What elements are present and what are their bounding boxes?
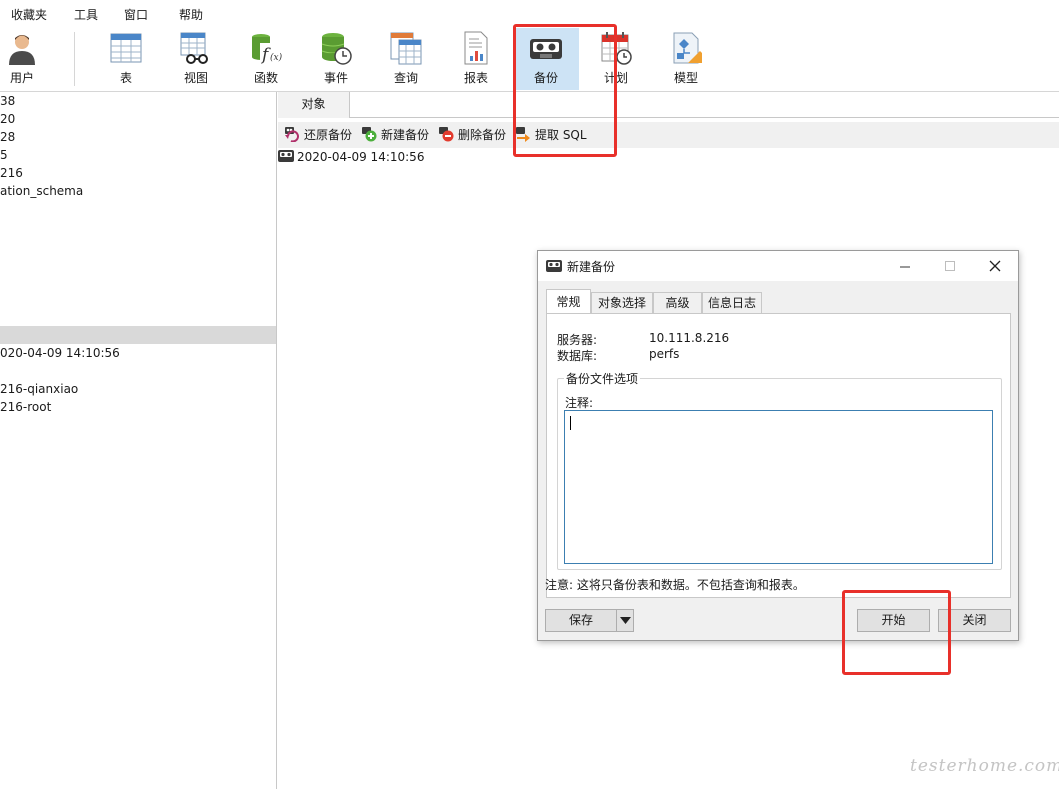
dialog-title: 新建备份	[567, 260, 616, 274]
new-backup-label: 新建备份	[381, 128, 430, 142]
delete-backup-button[interactable]: 删除备份	[438, 126, 506, 144]
toolbar-label: 函数	[253, 71, 278, 85]
tree-item[interactable]: ation_schema	[0, 182, 83, 200]
server-label: 服务器:	[557, 333, 598, 347]
watermark: testerhome.com	[910, 756, 1059, 776]
report-icon	[464, 31, 488, 65]
toolbar-label: 查询	[393, 71, 418, 85]
database-value: perfs	[649, 347, 680, 361]
minimize-icon[interactable]	[899, 261, 911, 273]
toolbar-label: 事件	[323, 71, 348, 85]
query-icon	[390, 32, 422, 65]
tree-item[interactable]: 216-root	[0, 398, 51, 416]
toolbar-user-button[interactable]: 用户	[0, 28, 55, 90]
view-icon	[180, 32, 208, 64]
object-tab-strip: 对象	[278, 92, 1059, 118]
backup-action-bar: 还原备份 新建备份 删除备份 提取 SQL	[278, 122, 1059, 148]
menu-tools[interactable]: 工具	[74, 6, 98, 23]
general-tab-page: 服务器: 10.111.8.216 数据库: perfs 备份文件选项 注释:	[546, 313, 1011, 598]
close-icon[interactable]	[989, 260, 1001, 272]
restore-backup-label: 还原备份	[304, 128, 353, 142]
tab-object-selection[interactable]: 对象选择	[591, 292, 653, 314]
restore-icon	[285, 127, 299, 142]
tree-item[interactable]: 020-04-09 14:10:56	[0, 344, 120, 362]
backup-note: 注意: 这将只备份表和数据。不包括查询和报表。	[545, 578, 805, 592]
dialog-title-bar[interactable]: 新建备份	[538, 251, 1018, 281]
maximize-icon[interactable]	[944, 260, 956, 272]
toolbar-function-button[interactable]: f (x) 函数	[233, 28, 299, 90]
delete-backup-label: 删除备份	[458, 128, 507, 142]
toolbar-label: 表	[119, 71, 132, 85]
event-icon	[321, 33, 352, 65]
toolbar-table-button[interactable]: 表	[93, 28, 159, 90]
save-button[interactable]: 保存	[545, 609, 617, 632]
tab-objects[interactable]: 对象	[278, 92, 350, 118]
new-backup-dialog: 新建备份 常规 对象选择 高级 信息日志 服务器: 10.111.8.216 数…	[537, 250, 1019, 641]
save-dropdown-button[interactable]	[616, 609, 634, 632]
tree-item-selected[interactable]	[0, 326, 276, 344]
menu-favorites[interactable]: 收藏夹	[11, 6, 47, 23]
tab-general[interactable]: 常规	[546, 289, 591, 315]
tree-item[interactable]: 38	[0, 92, 15, 110]
model-icon	[673, 32, 702, 64]
group-title: 备份文件选项	[564, 370, 641, 387]
tree-item[interactable]: 216	[0, 164, 23, 182]
toolbar-event-button[interactable]: 事件	[303, 28, 369, 90]
delete-backup-icon	[439, 127, 454, 142]
new-backup-icon	[362, 127, 377, 142]
backup-file-icon	[278, 150, 294, 162]
comment-label: 注释:	[565, 396, 594, 410]
toolbar-label: 模型	[673, 71, 698, 85]
function-icon: f (x)	[252, 34, 282, 65]
toolbar-model-button[interactable]: 模型	[653, 28, 719, 90]
connection-tree: 38 20 28 5 216 ation_schema 020-04-09 14…	[0, 92, 277, 789]
toolbar-separator	[74, 32, 75, 86]
chevron-down-icon	[620, 617, 631, 624]
highlight-start	[842, 590, 951, 675]
toolbar-label: 报表	[463, 71, 488, 85]
toolbar-label: 视图	[183, 71, 208, 85]
toolbar-view-button[interactable]: 视图	[163, 28, 229, 90]
database-label: 数据库:	[557, 349, 598, 363]
tree-item[interactable]: 28	[0, 128, 15, 146]
tab-advanced[interactable]: 高级	[653, 292, 702, 314]
backup-icon	[546, 260, 562, 272]
tree-item[interactable]: 20	[0, 110, 15, 128]
tree-item[interactable]: 216-qianxiao	[0, 380, 78, 398]
toolbar-query-button[interactable]: 查询	[373, 28, 439, 90]
tab-message-log[interactable]: 信息日志	[702, 292, 762, 314]
svg-text:(x): (x)	[270, 52, 282, 63]
backup-file-name: 2020-04-09 14:10:56	[297, 150, 425, 164]
tree-item[interactable]: 5	[0, 146, 8, 164]
text-caret	[570, 416, 571, 430]
server-value: 10.111.8.216	[649, 331, 730, 345]
highlight-backup	[513, 24, 617, 157]
restore-backup-button[interactable]: 还原备份	[284, 126, 352, 144]
menu-window[interactable]: 窗口	[124, 6, 148, 23]
comment-textarea[interactable]	[564, 410, 993, 564]
toolbar-label: 用户	[9, 71, 34, 85]
user-icon	[9, 35, 35, 65]
table-icon	[110, 33, 142, 63]
toolbar-report-button[interactable]: 报表	[443, 28, 509, 90]
new-backup-button[interactable]: 新建备份	[361, 126, 429, 144]
backup-file-item[interactable]: 2020-04-09 14:10:56	[278, 149, 424, 165]
menu-help[interactable]: 帮助	[179, 6, 203, 23]
